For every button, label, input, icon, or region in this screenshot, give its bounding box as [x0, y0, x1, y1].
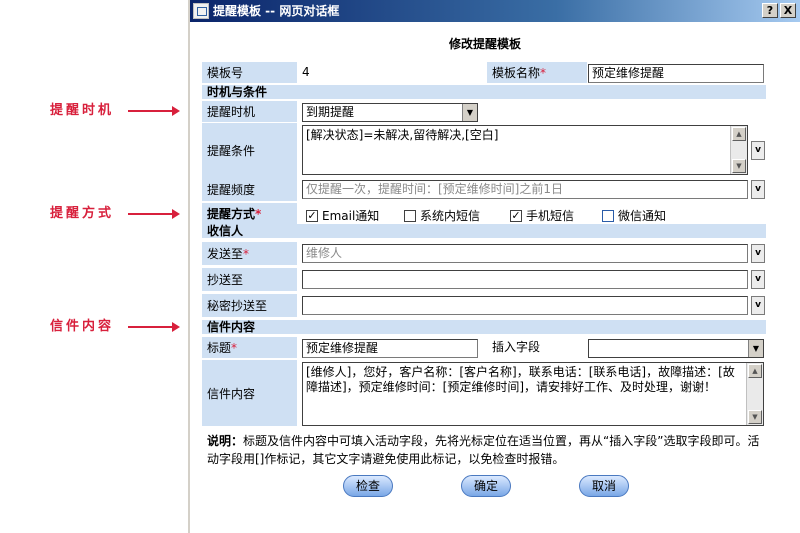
cc-dropdown-button[interactable]: v [751, 270, 765, 289]
section-recipients: 收信人 [202, 224, 766, 238]
method-label: 提醒方式 * [202, 203, 297, 224]
content-scrollbar[interactable]: ▲ ▼ [746, 363, 763, 425]
section-letter: 信件内容 [202, 320, 766, 334]
content-text: [维修人]，您好，客户名称：[客户名称]，联系电话：[联系电话]，故障描述：[故… [306, 365, 735, 394]
window-icon [193, 3, 209, 19]
template-no-value: 4 [302, 65, 310, 79]
dialog-content: 修改提醒模板 模板号 4 模板名称 * 预定维修提醒 时机与条件 提醒时机 到期提… [190, 22, 800, 533]
template-name-label: 模板名称 * [487, 62, 587, 83]
dialog-window: 提醒模板 -- 网页对话框 ? X 修改提醒模板 模板号 4 模板名称 * 预定维… [188, 0, 800, 533]
ok-button[interactable]: 确定 [461, 475, 511, 497]
cc-input[interactable] [302, 270, 748, 289]
required-mark: * [231, 340, 238, 355]
condition-text: [解决状态]=未解决,留待解决,[空白] [306, 128, 499, 142]
frequency-label: 提醒频度 [202, 178, 297, 201]
checked-icon: ✓ [306, 208, 318, 222]
content-textarea[interactable]: [维修人]，您好，客户名称：[客户名称]，联系电话：[联系电话]，故障描述：[故… [302, 362, 764, 426]
method-label-text: 提醒方式 [207, 207, 256, 221]
required-mark: * [255, 206, 262, 221]
annotation-label: 提醒时机 [50, 103, 115, 118]
checked-icon: ✓ [510, 208, 522, 222]
method-internal-label: 系统内短信 [420, 209, 481, 223]
section-timing: 时机与条件 [202, 85, 766, 99]
subject-label-text: 标题 [207, 341, 232, 355]
cc-label: 抄送至 [202, 268, 297, 291]
unchecked-icon [602, 209, 614, 222]
close-button[interactable]: X [780, 3, 796, 18]
method-internal-checkbox[interactable]: 系统内短信 [404, 207, 480, 224]
frequency-dropdown-button[interactable]: v [751, 180, 765, 199]
send-to-input[interactable]: 维修人 [302, 244, 748, 263]
help-note: 说明：标题及信件内容中可填入活动字段，先将光标定位在适当位置，再从“插入字段”选… [207, 432, 762, 468]
send-to-dropdown-button[interactable]: v [751, 244, 765, 263]
bcc-label: 秘密抄送至 [202, 294, 297, 317]
help-button[interactable]: ? [762, 3, 778, 18]
annotation-label: 信件内容 [50, 319, 115, 334]
annotation-label: 提醒方式 [50, 206, 115, 221]
note-label: 说明： [207, 434, 244, 448]
send-to-label-text: 发送至 [207, 247, 244, 261]
title-bar[interactable]: 提醒模板 -- 网页对话框 ? X [190, 0, 800, 22]
timing-select-value: 到期提醒 [306, 105, 355, 119]
template-no-label: 模板号 [202, 62, 297, 83]
arrow-right-icon [128, 322, 180, 332]
scroll-down-icon[interactable]: ▼ [732, 159, 746, 173]
timing-label: 提醒时机 [202, 101, 297, 122]
cancel-button[interactable]: 取消 [579, 475, 629, 497]
unchecked-icon [404, 209, 416, 222]
insert-field-select[interactable]: ▼ [588, 339, 764, 358]
template-name-input[interactable]: 预定维修提醒 [588, 64, 764, 83]
method-email-label: Email通知 [322, 209, 380, 223]
method-wechat-label: 微信通知 [618, 209, 667, 223]
scroll-up-icon[interactable]: ▲ [748, 364, 762, 378]
form-title: 修改提醒模板 [448, 37, 521, 51]
subject-input[interactable]: 预定维修提醒 [302, 339, 478, 358]
bcc-input[interactable] [302, 296, 748, 315]
annotation-timing: 提醒时机 [0, 102, 190, 120]
condition-dropdown-button[interactable]: v [751, 141, 765, 160]
method-sms-label: 手机短信 [526, 209, 575, 223]
annotation-letter: 信件内容 [0, 318, 190, 336]
check-button[interactable]: 检查 [343, 475, 393, 497]
bcc-dropdown-button[interactable]: v [751, 296, 765, 315]
content-label: 信件内容 [202, 360, 297, 426]
condition-textarea[interactable]: [解决状态]=未解决,留待解决,[空白] ▲ ▼ [302, 125, 748, 175]
template-name-label-text: 模板名称 [492, 66, 541, 80]
required-mark: * [243, 246, 250, 261]
arrow-right-icon [128, 106, 180, 116]
send-to-label: 发送至 * [202, 242, 297, 265]
chevron-down-icon: ▼ [462, 104, 477, 121]
frequency-input[interactable]: 仅提醒一次，提醒时间：[预定维修时间]之前1日 [302, 180, 748, 199]
chevron-down-icon: ▼ [748, 340, 763, 357]
insert-field-label: 插入字段 [492, 340, 541, 354]
condition-label: 提醒条件 [202, 123, 297, 178]
method-wechat-checkbox[interactable]: 微信通知 [602, 207, 666, 224]
arrow-right-icon [128, 209, 180, 219]
scroll-up-icon[interactable]: ▲ [732, 127, 746, 141]
annotation-method: 提醒方式 [0, 205, 190, 223]
window-title: 提醒模板 -- 网页对话框 [213, 4, 340, 18]
subject-label: 标题 * [202, 337, 297, 358]
scroll-down-icon[interactable]: ▼ [748, 410, 762, 424]
note-text: 标题及信件内容中可填入活动字段，先将光标定位在适当位置，再从“插入字段”选取字段… [207, 434, 760, 466]
timing-select[interactable]: 到期提醒 ▼ [302, 103, 478, 122]
method-email-checkbox[interactable]: ✓ Email通知 [306, 207, 379, 224]
required-mark: * [540, 65, 547, 80]
condition-scrollbar[interactable]: ▲ ▼ [730, 126, 747, 174]
method-sms-checkbox[interactable]: ✓ 手机短信 [510, 207, 574, 224]
